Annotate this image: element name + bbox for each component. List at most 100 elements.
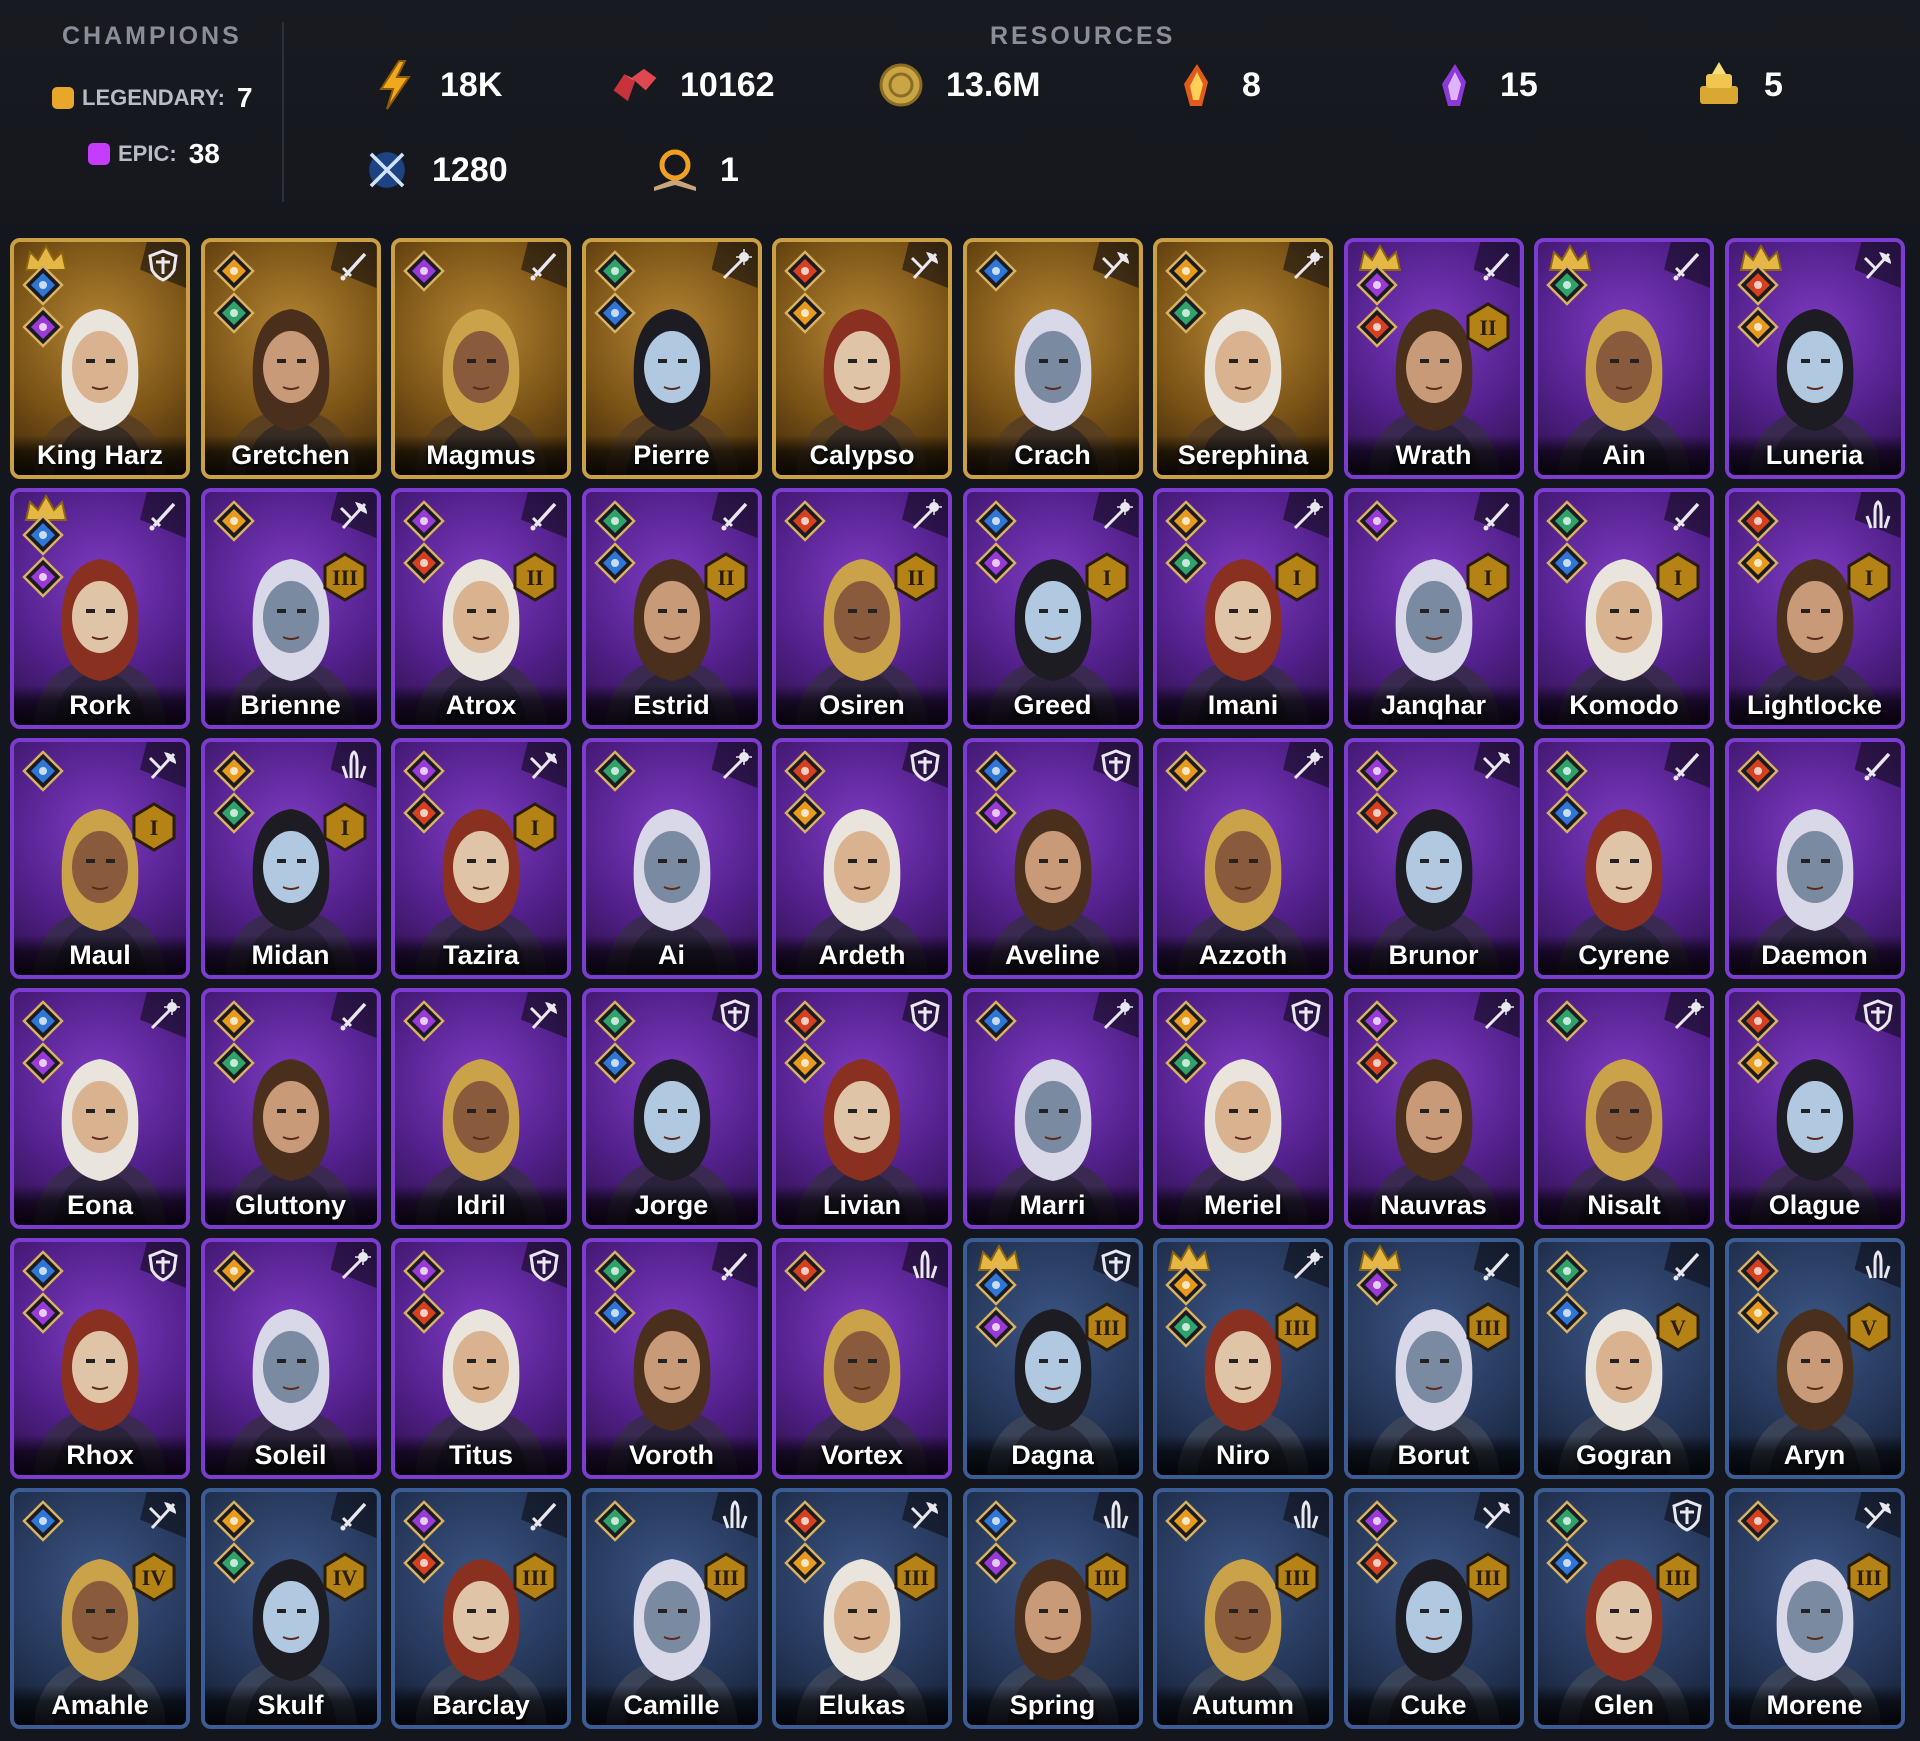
champion-card[interactable]: II Osiren — [772, 488, 952, 729]
champion-card[interactable]: V Gogran — [1534, 1238, 1714, 1479]
staff-icon — [1099, 998, 1133, 1037]
faction-icon — [1736, 750, 1779, 797]
affinity-icon — [22, 1042, 64, 1089]
champion-card[interactable]: Soleil — [200, 1238, 381, 1479]
champion-card[interactable]: I Janqhar — [1343, 488, 1524, 729]
champion-card[interactable]: III Morene — [1724, 1488, 1905, 1729]
champion-card[interactable]: IV Amahle — [10, 1488, 190, 1729]
champion-card[interactable]: Azzoth — [1153, 738, 1333, 979]
champion-card[interactable]: III Niro — [1153, 1238, 1333, 1479]
champion-card[interactable]: Ai — [581, 738, 762, 979]
fire-shards-value: 8 — [1242, 65, 1261, 104]
champion-card[interactable]: Voroth — [581, 1238, 762, 1479]
affinity-icon — [1355, 306, 1398, 353]
champion-card[interactable]: Meriel — [1153, 988, 1333, 1229]
champion-card[interactable]: I Imani — [1153, 488, 1333, 729]
hands-icon — [1289, 1498, 1323, 1537]
staff-icon — [1289, 1248, 1323, 1287]
faction-icon — [1546, 1250, 1588, 1297]
champion-card[interactable]: Rhox — [10, 1238, 190, 1479]
champion-card[interactable]: Gretchen — [200, 238, 381, 479]
champion-card[interactable]: III Cuke — [1343, 1488, 1524, 1729]
faction-icon — [212, 500, 255, 547]
champion-card[interactable]: III Autumn — [1153, 1488, 1333, 1729]
champion-card[interactable]: Nisalt — [1534, 988, 1714, 1229]
champion-card[interactable]: III Dagna — [962, 1238, 1143, 1479]
champion-card[interactable]: Serephina — [1153, 238, 1333, 479]
champion-name: Calypso — [776, 435, 948, 475]
svg-text:III: III — [1284, 1315, 1310, 1340]
faction-icon — [784, 1000, 826, 1047]
champion-card[interactable]: Daemon — [1724, 738, 1905, 979]
champion-card[interactable]: Livian — [772, 988, 952, 1229]
faction-icon — [212, 250, 255, 297]
champion-name: Meriel — [1157, 1185, 1329, 1225]
champion-card[interactable]: Vortex — [772, 1238, 952, 1479]
axe-icon — [1099, 248, 1133, 287]
champion-card[interactable]: V Aryn — [1724, 1238, 1905, 1479]
champion-card[interactable]: I Komodo — [1534, 488, 1714, 729]
champion-card[interactable]: Jorge — [581, 988, 762, 1229]
affinity-icon — [593, 1042, 636, 1089]
champion-name: Tazira — [395, 935, 567, 975]
axe-icon — [146, 748, 180, 787]
staff-icon — [1480, 998, 1514, 1037]
champion-card[interactable]: I Midan — [200, 738, 381, 979]
champion-name: Aryn — [1728, 1435, 1901, 1475]
champion-card[interactable]: II Wrath — [1343, 238, 1524, 479]
champion-card[interactable]: Ain — [1534, 238, 1714, 479]
affinity-icon — [784, 1042, 826, 1089]
champion-card[interactable]: Magmus — [391, 238, 571, 479]
champion-card[interactable]: Luneria — [1724, 238, 1905, 479]
svg-text:III: III — [522, 1565, 548, 1590]
svg-text:III: III — [903, 1565, 929, 1590]
affinity-icon — [212, 1042, 255, 1089]
champion-card[interactable]: Calypso — [772, 238, 952, 479]
champion-card[interactable]: I Maul — [10, 738, 190, 979]
champion-card[interactable]: III Brienne — [200, 488, 381, 729]
champion-name: Gluttony — [204, 1185, 377, 1225]
champion-card[interactable]: III Glen — [1534, 1488, 1714, 1729]
champion-name: Niro — [1157, 1435, 1329, 1475]
champion-card[interactable]: Gluttony — [200, 988, 381, 1229]
champion-card[interactable]: Titus — [391, 1238, 571, 1479]
champion-card[interactable]: Idril — [391, 988, 571, 1229]
champion-card[interactable]: Olague — [1724, 988, 1905, 1229]
rank-badge: II — [513, 552, 557, 602]
rank-badge: I — [1085, 552, 1129, 602]
faction-icon — [1546, 750, 1588, 797]
champion-name: Daemon — [1728, 935, 1901, 975]
champion-card[interactable]: I Greed — [962, 488, 1143, 729]
champion-card[interactable]: I Tazira — [391, 738, 571, 979]
champion-card[interactable]: Nauvras — [1343, 988, 1524, 1229]
affinity-icon — [593, 1292, 636, 1339]
champion-card[interactable]: Aveline — [962, 738, 1143, 979]
champion-card[interactable]: III Borut — [1343, 1238, 1524, 1479]
champion-card[interactable]: Eona — [10, 988, 190, 1229]
faction-icon — [974, 1264, 1017, 1311]
champion-card[interactable]: III Camille — [581, 1488, 762, 1729]
affinity-icon — [403, 792, 445, 839]
champion-card[interactable]: II Atrox — [391, 488, 571, 729]
champion-card[interactable]: King Harz — [10, 238, 190, 479]
champion-card[interactable]: Cyrene — [1534, 738, 1714, 979]
rank-badge: III — [323, 552, 367, 602]
shield-icon — [718, 998, 752, 1037]
champion-card[interactable]: II Estrid — [581, 488, 762, 729]
champion-card[interactable]: IV Skulf — [200, 1488, 381, 1729]
champion-name: Luneria — [1728, 435, 1901, 475]
champion-card[interactable]: Brunor — [1343, 738, 1524, 979]
champion-card[interactable]: I Lightlocke — [1724, 488, 1905, 729]
champion-card[interactable]: III Barclay — [391, 1488, 571, 1729]
champion-card[interactable]: III Spring — [962, 1488, 1143, 1729]
arena-tokens-value: 1280 — [432, 150, 508, 189]
champion-card[interactable]: Rork — [10, 488, 190, 729]
faction-icon — [593, 1500, 636, 1547]
champion-name: Titus — [395, 1435, 567, 1475]
champion-card[interactable]: Ardeth — [772, 738, 952, 979]
staff-icon — [1670, 998, 1704, 1037]
champion-card[interactable]: Crach — [962, 238, 1143, 479]
champion-card[interactable]: Marri — [962, 988, 1143, 1229]
champion-card[interactable]: Pierre — [581, 238, 762, 479]
champion-card[interactable]: III Elukas — [772, 1488, 952, 1729]
